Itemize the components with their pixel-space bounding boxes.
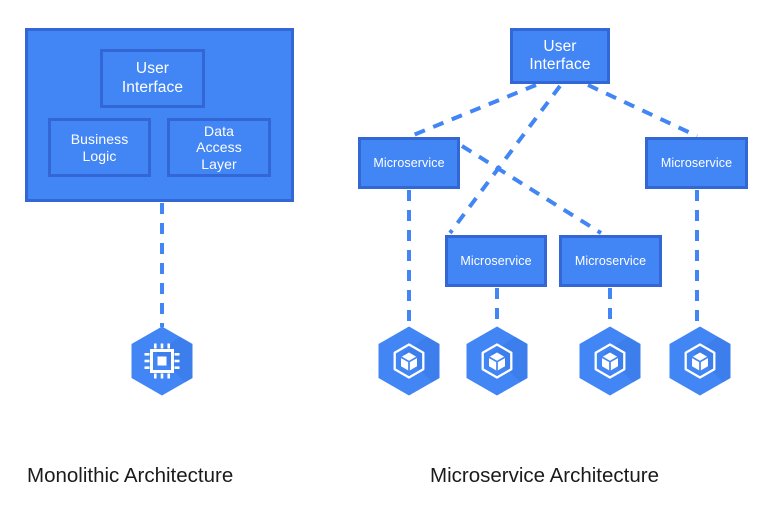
monolith-layer-business-logic[interactable]: Business Logic bbox=[48, 118, 151, 177]
monolith-layer-label: Data Access Layer bbox=[196, 122, 242, 172]
caption-monolithic-architecture: Monolithic Architecture bbox=[27, 464, 234, 487]
microservice-runtime-hexagon-3[interactable] bbox=[574, 325, 646, 397]
connector-ui-to-microservice-2 bbox=[448, 84, 562, 235]
microservice-box-4[interactable]: Microservice bbox=[645, 137, 748, 189]
microservices-ui-label: User Interface bbox=[529, 37, 591, 73]
architecture-diagram: User Interface Business Logic Data Acces… bbox=[0, 0, 770, 505]
connector-ui-to-microservice-1 bbox=[410, 83, 537, 138]
connector-ui-to-microservice-4 bbox=[587, 83, 698, 138]
monolith-layer-user-interface[interactable]: User Interface bbox=[100, 49, 205, 108]
microservice-box-1[interactable]: Microservice bbox=[358, 137, 460, 189]
microservice-label: Microservice bbox=[574, 253, 647, 268]
microservice-box-3[interactable]: Microservice bbox=[559, 235, 662, 287]
microservice-runtime-hexagon-4[interactable] bbox=[664, 325, 736, 397]
caption-microservice-architecture: Microservice Architecture bbox=[430, 464, 659, 487]
microservices-user-interface[interactable]: User Interface bbox=[510, 28, 610, 84]
monolith-runtime-hexagon[interactable] bbox=[126, 325, 198, 397]
microservice-label: Microservice bbox=[373, 155, 445, 170]
microservice-label: Microservice bbox=[660, 155, 733, 170]
connector-microservice-1-to-microservice-3 bbox=[460, 144, 603, 235]
monolith-layer-data-access-layer[interactable]: Data Access Layer bbox=[167, 118, 271, 177]
monolith-layer-label: Business Logic bbox=[70, 130, 129, 164]
monolith-layer-label: User Interface bbox=[121, 60, 184, 96]
microservice-runtime-hexagon-1[interactable] bbox=[373, 325, 445, 397]
microservice-label: Microservice bbox=[460, 253, 532, 268]
microservice-box-2[interactable]: Microservice bbox=[445, 235, 547, 287]
microservice-runtime-hexagon-2[interactable] bbox=[461, 325, 533, 397]
